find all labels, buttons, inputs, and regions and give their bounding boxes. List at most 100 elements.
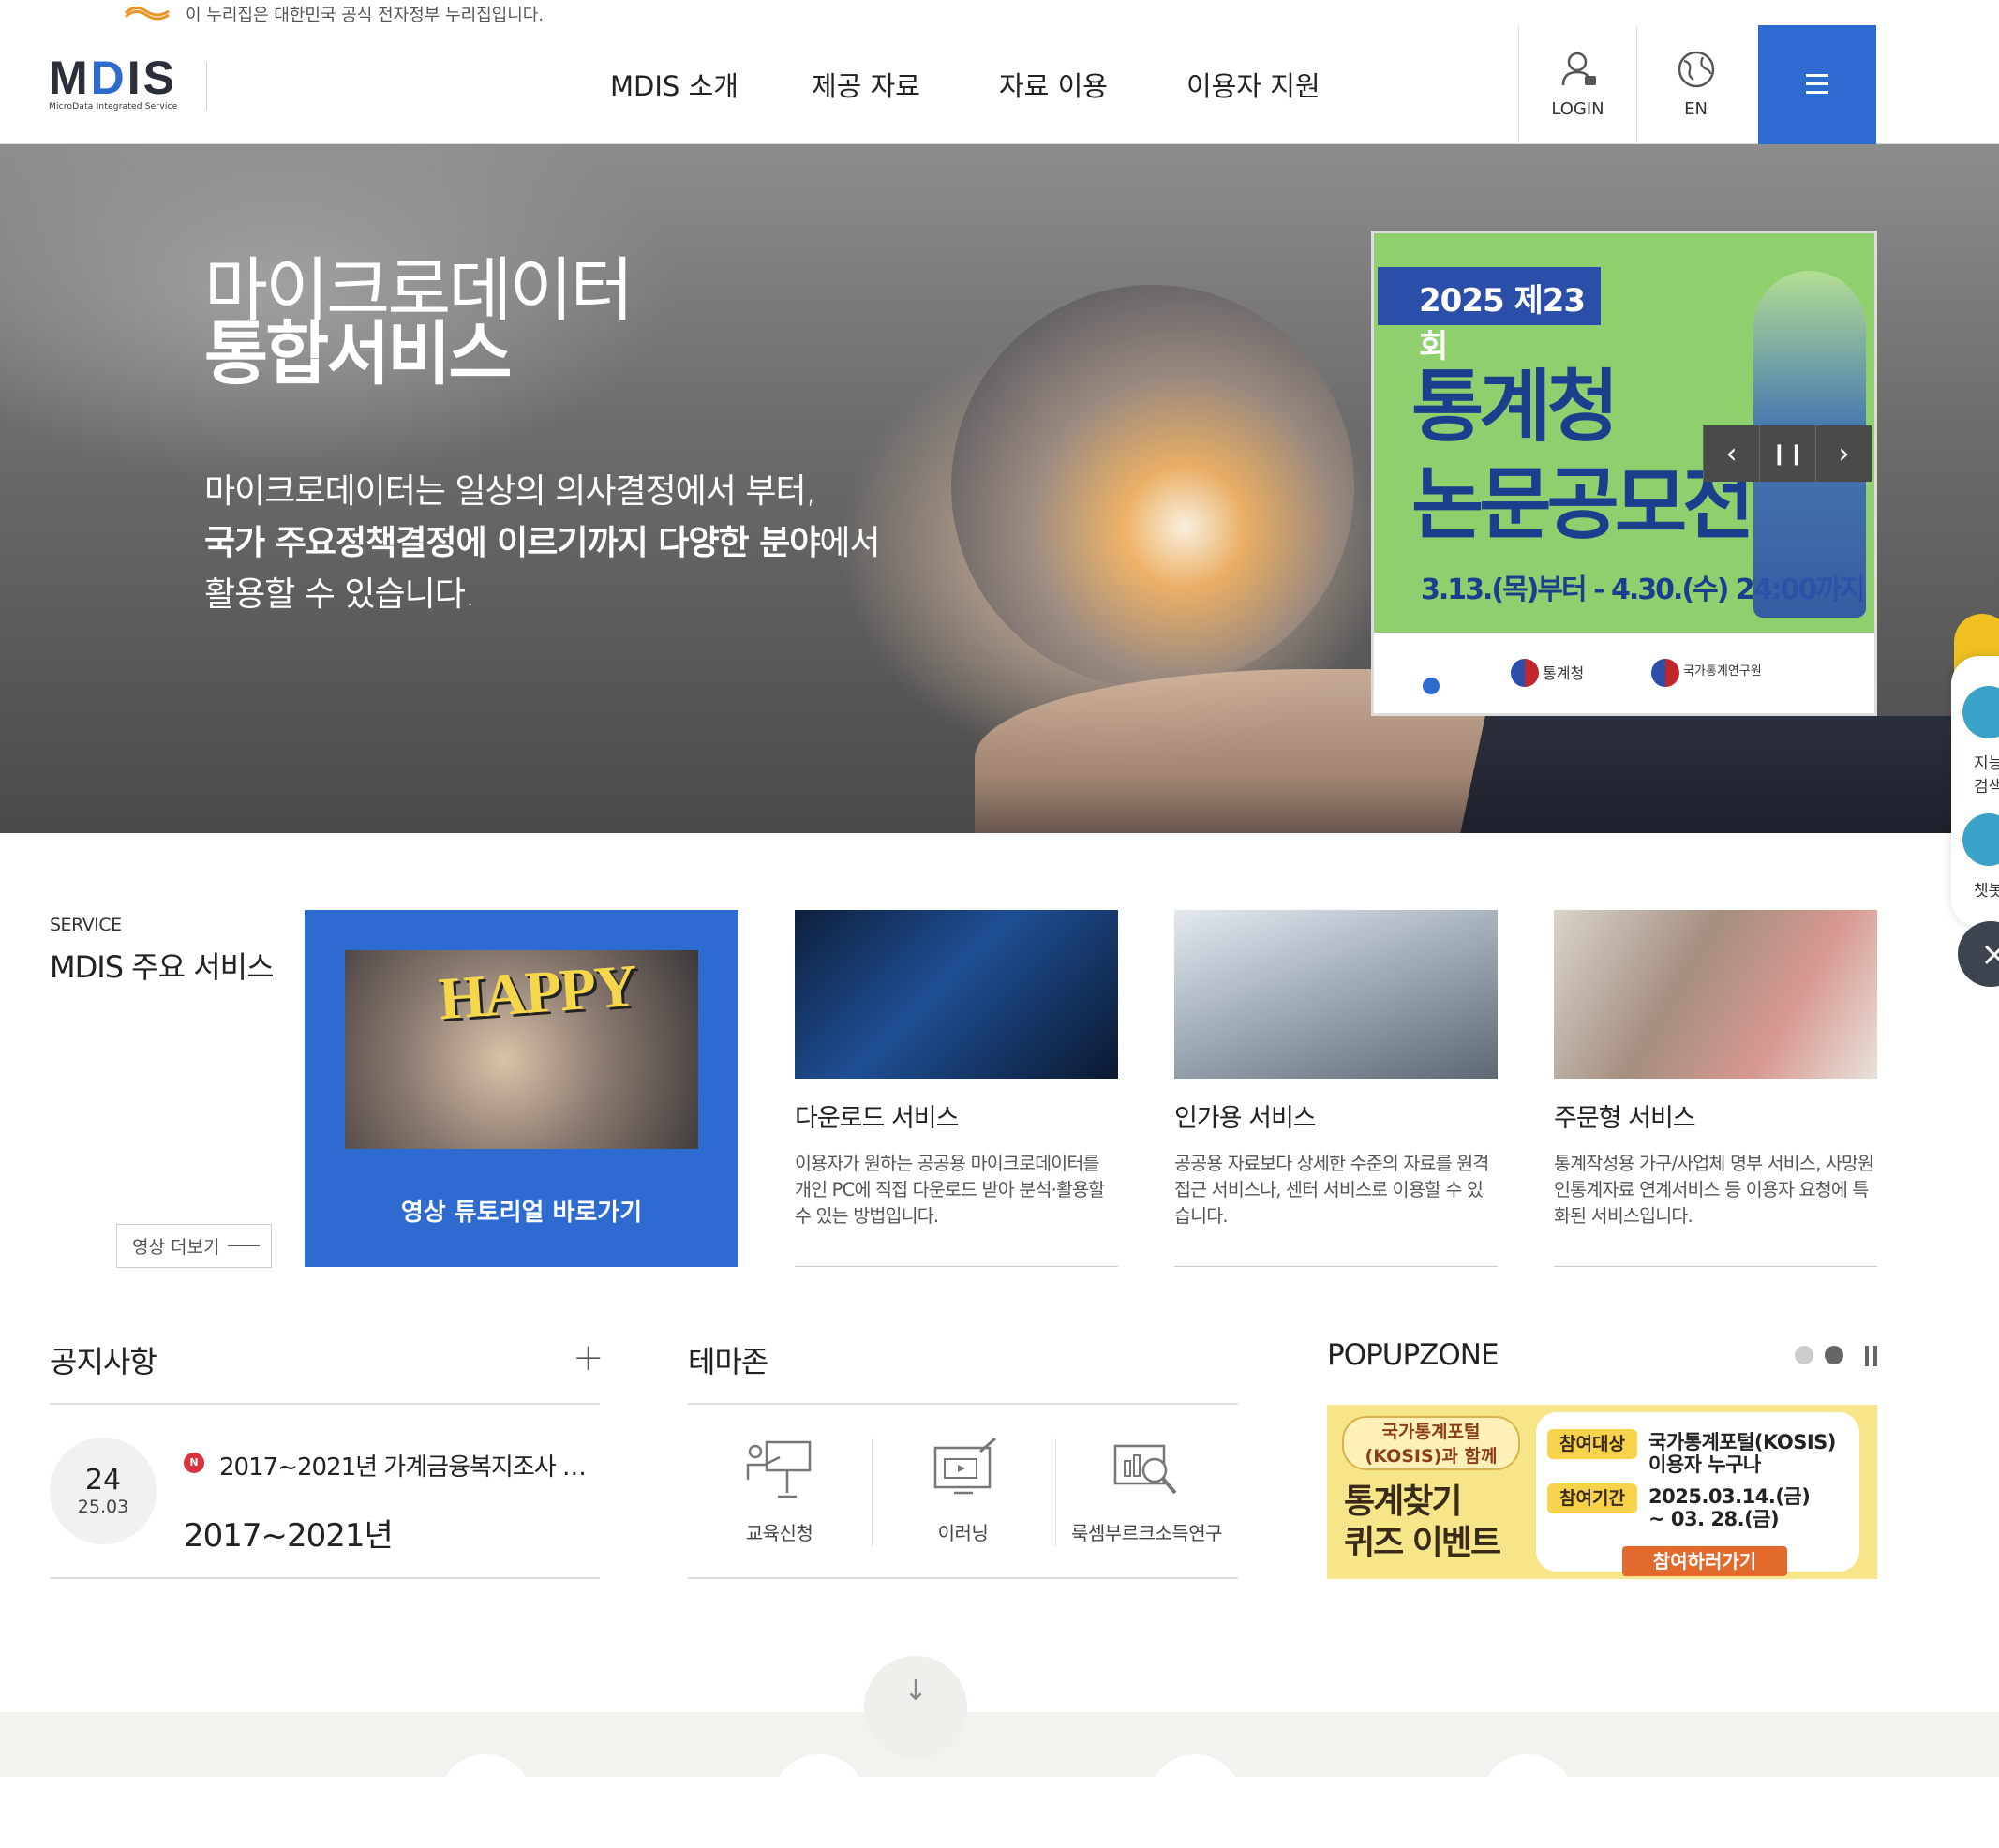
nav-data-use[interactable]: 자료 이용 — [999, 65, 1108, 104]
theme-zone-title: 테마존 — [688, 1344, 768, 1379]
download-service-card[interactable]: 다운로드 서비스 이용자가 원하는 공공용 마이크로데이터를 개인 PC에 직접… — [795, 910, 1118, 1267]
banner-pause-button[interactable]: ❙❙ — [1759, 425, 1815, 482]
theme-education-label: 교육신청 — [745, 1522, 813, 1544]
language-label: EN — [1684, 99, 1708, 119]
logo-subtitle: MicroData Integrated Service — [49, 102, 178, 112]
theme-lis-label: 룩셈부르크소득연구 — [1070, 1522, 1223, 1544]
custom-service-image[interactable] — [1554, 910, 1877, 1079]
notice-item-summary[interactable]: 2017~2021년 — [184, 1510, 394, 1556]
sleeve-image — [1457, 716, 1999, 833]
nav-provided-data[interactable]: 제공 자료 — [812, 65, 920, 104]
chatbot-icon[interactable] — [1962, 813, 1999, 866]
theme-elearning[interactable]: 이러닝 — [872, 1438, 1054, 1546]
globe-image — [951, 285, 1354, 688]
chevron-left-icon: ‹ — [1725, 437, 1738, 470]
service-section-title: MDIS 주요 서비스 — [50, 949, 275, 985]
authorized-service-card[interactable]: 인가용 서비스 공공용 자료보다 상세한 수준의 자료를 원격접근 서비스나, … — [1174, 910, 1498, 1267]
all-menu-button[interactable] — [1758, 25, 1876, 144]
more-video-label: 영상 더보기 — [132, 1237, 220, 1258]
authorized-service-desc: 공공용 자료보다 상세한 수준의 자료를 원격접근 서비스나, 센터 서비스로 … — [1174, 1153, 1489, 1227]
institute-logo-icon — [1651, 659, 1679, 687]
footer-shortcut-circle[interactable] — [772, 1754, 866, 1848]
notice-item-link[interactable]: 2017~2021년 가계금융복지조사 … — [219, 1448, 587, 1483]
logo-text: MDIS — [49, 52, 178, 104]
popupzone-dot-2[interactable] — [1825, 1346, 1843, 1364]
kostat-logo-text: 통계청 — [1543, 664, 1585, 682]
authorized-service-image[interactable] — [1174, 910, 1498, 1079]
notice-bottom-divider — [50, 1577, 600, 1579]
custom-service-title[interactable]: 주문형 서비스 — [1554, 1097, 1696, 1134]
contest-title-line1: 통계청 — [1411, 361, 1619, 453]
popup-kosis-badge: 국가통계포털 (KOSIS)과 함께 — [1342, 1416, 1520, 1470]
login-label: LOGIN — [1551, 99, 1604, 119]
theme-lis-research[interactable]: 룩셈부르크소득연구 — [1055, 1438, 1238, 1546]
video-tutorial-thumbnail[interactable]: HAPPY — [345, 950, 698, 1149]
arrow-right-icon — [228, 1245, 260, 1246]
notice-title: 공지사항 — [50, 1344, 157, 1379]
video-tutorial-label[interactable]: 영상 튜토리얼 바로가기 — [305, 1193, 738, 1228]
popupzone-banner[interactable]: 국가통계포털 (KOSIS)과 함께 통계찾기 퀴즈 이벤트 참여대상 국가통계… — [1327, 1405, 1877, 1579]
kostat-logo-icon — [1511, 659, 1539, 687]
site-logo[interactable]: MDIS MicroData Integrated Service — [49, 53, 213, 119]
contest-badge: 2025 제23회 — [1378, 267, 1601, 365]
footer-shortcut-circle[interactable] — [439, 1754, 532, 1848]
hero-desc-line3: 활용할 수 있습니다. — [204, 575, 475, 614]
user-lock-icon — [1561, 52, 1596, 86]
logo-divider — [206, 63, 207, 110]
download-service-image[interactable] — [795, 910, 1118, 1079]
smart-search-icon[interactable] — [1962, 686, 1999, 738]
custom-service-desc: 통계작성용 가구/사업체 명부 서비스, 사망원인통계자료 연계서비스 등 이용… — [1554, 1153, 1874, 1227]
chart-magnifier-icon — [1113, 1444, 1177, 1495]
banner-next-button[interactable]: › — [1815, 425, 1872, 482]
popup-target-tag: 참여대상 — [1547, 1429, 1637, 1459]
institute-logo-text: 국가통계연구원 — [1683, 664, 1762, 678]
notice-year-month: 25.03 — [77, 1497, 129, 1517]
authorized-service-title[interactable]: 인가용 서비스 — [1174, 1097, 1317, 1134]
nav-user-support[interactable]: 이용자 지원 — [1186, 65, 1320, 104]
footer-band — [0, 1712, 1999, 1777]
login-button[interactable]: LOGIN — [1518, 25, 1636, 143]
banner-prev-button[interactable]: ‹ — [1703, 425, 1759, 482]
elearning-monitor-icon — [933, 1438, 996, 1495]
more-video-button[interactable]: 영상 더보기 — [116, 1224, 272, 1268]
theme-elearning-label: 이러닝 — [937, 1522, 989, 1544]
video-tutorial-card[interactable]: HAPPY 영상 튜토리얼 바로가기 — [305, 910, 738, 1267]
arrow-down-icon: ↓ — [903, 1675, 928, 1707]
quick-panel: 지능형 검색 챗봇 — [1951, 656, 1999, 928]
theme-divider — [688, 1403, 1238, 1405]
plus-icon: + — [573, 1336, 604, 1379]
theme-education-apply[interactable]: 교육신청 — [688, 1438, 871, 1546]
header: MDIS MicroData Integrated Service MDIS 소… — [0, 25, 1999, 144]
banner-footer: 통계청 국가통계연구원 — [1374, 633, 1874, 713]
popup-participate-button[interactable]: 참여하러가기 — [1622, 1546, 1787, 1576]
footer-shortcut-circle[interactable] — [1148, 1754, 1242, 1848]
quick-panel-close-button[interactable]: × — [1958, 921, 1999, 987]
presentation-board-icon — [746, 1440, 812, 1498]
notice-more-button[interactable]: + — [573, 1336, 604, 1379]
tutorial-thumbnail-text: HAPPY — [436, 951, 638, 1033]
download-service-title[interactable]: 다운로드 서비스 — [795, 1097, 959, 1134]
service-eyebrow: SERVICE — [50, 915, 122, 935]
popup-target-value: 국가통계포털(KOSIS) 이용자 누구나 — [1648, 1431, 1836, 1476]
hero-desc-rest: 에서 — [819, 524, 880, 562]
banner-indicator-dot[interactable] — [1423, 678, 1440, 694]
popup-period-tag: 참여기간 — [1547, 1483, 1637, 1513]
smart-search-label[interactable]: 지능형 검색 — [1974, 750, 1999, 797]
globe-icon — [1678, 51, 1715, 88]
popup-period-value: 2025.03.14.(금) ~ 03. 28.(금) — [1648, 1485, 1811, 1530]
theme-bottom-divider — [688, 1577, 1238, 1579]
footer-shortcut-circle[interactable] — [1481, 1754, 1574, 1848]
popupzone-dot-1[interactable] — [1795, 1346, 1813, 1364]
nav-mdis-intro[interactable]: MDIS 소개 — [610, 65, 738, 104]
custom-service-card[interactable]: 주문형 서비스 통계작성용 가구/사업체 명부 서비스, 사망원인통계자료 연계… — [1554, 910, 1877, 1267]
popupzone-pause-button[interactable] — [1865, 1346, 1878, 1366]
gov-banner: 이 누리집은 대한민국 공식 전자정부 누리집입니다. — [0, 0, 1999, 25]
scroll-down-button[interactable]: ↓ — [864, 1656, 967, 1759]
chatbot-label[interactable]: 챗봇 — [1974, 877, 1999, 901]
popup-detail-box: 참여대상 국가통계포털(KOSIS) 이용자 누구나 참여기간 2025.03.… — [1536, 1412, 1859, 1576]
contest-title-line2: 논문공모전 — [1411, 458, 1754, 550]
notice-day: 24 — [84, 1464, 122, 1497]
close-icon: × — [1980, 934, 1999, 974]
pause-icon: ❙❙ — [1770, 441, 1805, 466]
language-button[interactable]: EN — [1636, 25, 1754, 143]
